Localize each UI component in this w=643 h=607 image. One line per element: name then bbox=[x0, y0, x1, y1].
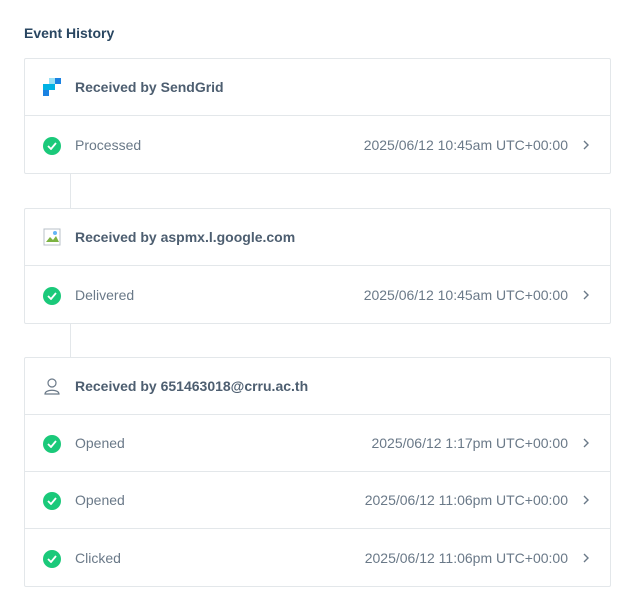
event-row[interactable]: Clicked 2025/06/12 11:06pm UTC+00:00 bbox=[25, 529, 610, 586]
chevron-right-icon bbox=[582, 289, 592, 301]
broken-image-icon bbox=[43, 228, 61, 246]
check-circle-icon bbox=[43, 286, 61, 305]
event-status: Opened bbox=[75, 435, 125, 451]
event-group-title: Received by 651463018@crru.ac.th bbox=[75, 378, 309, 394]
sendgrid-logo-icon bbox=[43, 78, 61, 96]
event-timestamp: 2025/06/12 1:17pm UTC+00:00 bbox=[371, 435, 568, 451]
event-row[interactable]: Delivered 2025/06/12 10:45am UTC+00:00 bbox=[25, 266, 610, 323]
event-timestamp: 2025/06/12 10:45am UTC+00:00 bbox=[363, 286, 568, 303]
timeline-connector bbox=[70, 173, 71, 208]
event-status: Processed bbox=[75, 136, 142, 153]
event-group-header: Received by SendGrid bbox=[25, 59, 610, 116]
chevron-right-icon bbox=[582, 494, 592, 506]
event-group-sendgrid: Received by SendGrid Processed 2025/06/1… bbox=[24, 58, 611, 174]
event-group-recipient: Received by 651463018@crru.ac.th Opened … bbox=[24, 357, 611, 587]
chevron-right-icon bbox=[582, 552, 592, 564]
check-circle-icon bbox=[43, 435, 61, 453]
event-group-google: Received by aspmx.l.google.com Delivered… bbox=[24, 208, 611, 324]
timeline-connector bbox=[70, 323, 71, 357]
check-circle-icon bbox=[43, 549, 61, 568]
event-row[interactable]: Opened 2025/06/12 11:06pm UTC+00:00 bbox=[25, 472, 610, 529]
event-row[interactable]: Opened 2025/06/12 1:17pm UTC+00:00 bbox=[25, 415, 610, 472]
event-status: Clicked bbox=[75, 549, 121, 566]
event-row[interactable]: Processed 2025/06/12 10:45am UTC+00:00 bbox=[25, 116, 610, 173]
event-group-title: Received by aspmx.l.google.com bbox=[75, 229, 296, 245]
event-status: Opened bbox=[75, 492, 125, 508]
page-title: Event History bbox=[24, 25, 115, 41]
chevron-right-icon bbox=[582, 139, 592, 151]
check-circle-icon bbox=[43, 136, 61, 155]
event-timestamp: 2025/06/12 10:45am UTC+00:00 bbox=[363, 136, 568, 153]
event-group-title: Received by SendGrid bbox=[75, 79, 224, 95]
check-circle-icon bbox=[43, 492, 61, 510]
event-group-header: Received by 651463018@crru.ac.th bbox=[25, 358, 610, 415]
event-status: Delivered bbox=[75, 286, 135, 303]
event-timestamp: 2025/06/12 11:06pm UTC+00:00 bbox=[364, 492, 568, 508]
event-timestamp: 2025/06/12 11:06pm UTC+00:00 bbox=[364, 549, 568, 566]
user-icon bbox=[43, 377, 61, 395]
chevron-right-icon bbox=[582, 437, 592, 449]
event-group-header: Received by aspmx.l.google.com bbox=[25, 209, 610, 266]
